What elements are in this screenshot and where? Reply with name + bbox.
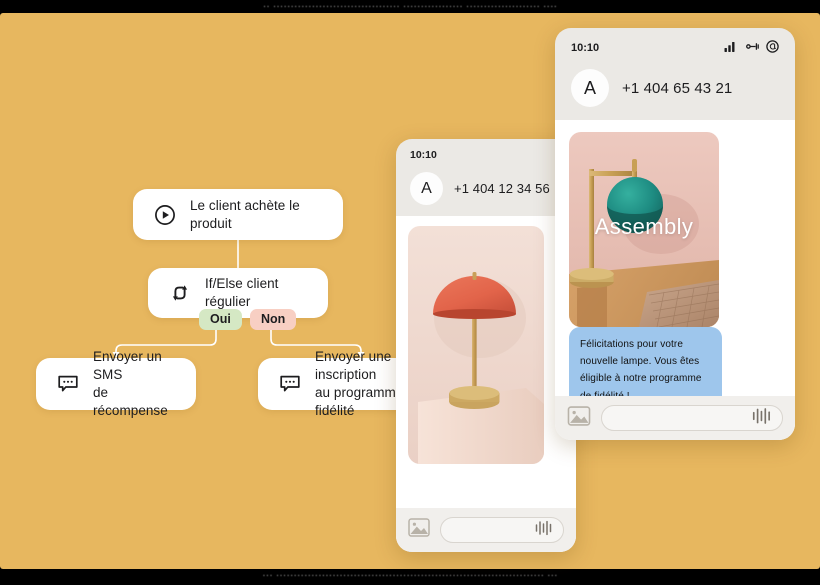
image-icon[interactable]	[408, 518, 430, 542]
message-input[interactable]	[440, 517, 564, 543]
flow-node-send-sms-line1: Envoyer un SMS	[93, 349, 162, 383]
flow-node-branch-label: If/Else client régulier	[205, 276, 279, 309]
status-time: 10:10	[571, 42, 600, 54]
flow-node-send-sms-label: Envoyer un SMS de récompense	[93, 348, 176, 419]
conversation-header[interactable]: A +1 404 65 43 21	[555, 58, 795, 120]
flow-node-send-sms[interactable]: Envoyer un SMS de récompense	[36, 349, 196, 418]
message-composer	[396, 508, 576, 552]
flow-node-trigger-label: Le client achète le produit	[190, 197, 300, 231]
product-caption: Assembly	[594, 213, 694, 239]
play-circle-icon	[153, 203, 177, 227]
charging-plug-icon	[745, 41, 759, 55]
conversation-header[interactable]: A +1 404 12 34 56	[396, 163, 576, 216]
message-bubble-icon	[56, 372, 80, 396]
status-bar: 10:10	[555, 28, 795, 58]
product-image-card[interactable]: Assembly	[569, 132, 719, 327]
chat-thread: Merci pour votre inscription ! Illuminez…	[396, 216, 576, 552]
contact-number: +1 404 12 34 56	[454, 181, 550, 196]
flow-node-send-sms-line2: de récompense	[93, 385, 168, 418]
chat-thread: Assembly Félicitations pour votre nouvel…	[555, 120, 795, 440]
image-icon[interactable]	[567, 405, 591, 431]
screenshot-stage: ·· ···································· …	[0, 0, 820, 585]
at-circle-icon	[766, 40, 779, 56]
phone-mockup-front: 10:10 A +1 404 65 43 21 Assembly Félicit…	[555, 28, 795, 440]
flow-node-loyalty-signup-line1: Envoyer une inscription	[315, 349, 392, 383]
message-composer	[555, 396, 795, 440]
status-bar: 10:10	[396, 139, 576, 163]
message-input[interactable]	[601, 405, 783, 431]
message-bubble-icon	[278, 372, 302, 396]
contact-number: +1 404 65 43 21	[622, 79, 733, 97]
waveform-icon[interactable]	[751, 407, 773, 430]
flow-node-trigger[interactable]: Le client achète le produit	[133, 189, 343, 240]
status-icons	[724, 40, 779, 56]
phone-mockup-back: 10:10 A +1 404 12 34 56	[396, 139, 576, 552]
avatar: A	[571, 69, 609, 107]
flow-badge-no[interactable]: Non	[250, 309, 297, 331]
waveform-icon[interactable]	[534, 520, 554, 541]
status-time: 10:10	[410, 149, 437, 161]
branch-split-icon	[168, 281, 192, 305]
flow-badge-yes[interactable]: Oui	[199, 309, 242, 331]
avatar: A	[410, 172, 443, 205]
signal-bars-icon	[724, 41, 738, 55]
product-image-card[interactable]	[408, 226, 544, 464]
